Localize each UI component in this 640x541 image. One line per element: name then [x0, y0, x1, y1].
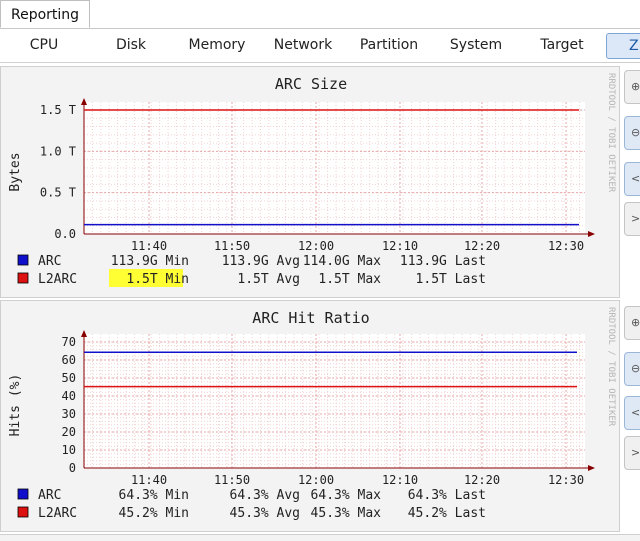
graph-zoom-out-button-2[interactable]: ⊖	[624, 352, 640, 386]
legend-name: ARC	[38, 254, 61, 269]
y-axis-label: Hits (%)	[8, 374, 23, 437]
legend-max: 45.3% Max	[311, 506, 382, 521]
subtab-zfs[interactable]: Z	[606, 33, 640, 59]
y-axis-label: Bytes	[8, 152, 23, 191]
graph-zoom-button[interactable]: ⊕	[624, 70, 640, 104]
y-tick-label: 30	[62, 407, 76, 421]
y-tick-label: 10	[62, 443, 76, 457]
arc-hit-ratio-chart: 70 60 50 40 30 20 10 0 11:40 11:50 12:00 12:10 12:20…	[8, 307, 616, 521]
x-tick-label: 11:40	[131, 473, 167, 487]
legend-swatch-l2arc	[17, 506, 29, 518]
rrdtool-credit: RRDTOOL / TOBI OETIKER	[606, 73, 616, 193]
y-tick-label: 0	[69, 461, 76, 475]
x-tick-label: 12:30	[548, 239, 584, 253]
x-axis-arrow	[588, 231, 595, 237]
graph-back-button[interactable]: <	[624, 162, 640, 196]
legend-min: 45.2% Min	[119, 506, 189, 521]
x-tick-label: 12:30	[548, 473, 584, 487]
x-tick-label: 12:00	[298, 239, 334, 253]
subtab-network[interactable]: Network	[268, 29, 338, 62]
legend-name: L2ARC	[38, 272, 77, 287]
y-axis-arrow	[81, 98, 87, 105]
graph-title: ARC Size	[275, 75, 347, 93]
legend-min: 1.5T Min	[126, 272, 189, 287]
legend-avg: 113.9G Avg	[222, 254, 300, 269]
legend-name: ARC	[38, 488, 61, 503]
legend-avg: 1.5T Avg	[237, 272, 300, 287]
graph-panel-arc-size: 1.5 T 1.0 T 0.5 T 0.0 11:40 11:50 12:00 12:10 12…	[0, 66, 620, 298]
y-tick-label: 1.0 T	[40, 144, 76, 158]
y-tick-label: 1.5 T	[40, 103, 76, 117]
graph-title: ARC Hit Ratio	[252, 309, 369, 327]
x-tick-label: 12:10	[382, 239, 418, 253]
legend-min: 64.3% Min	[119, 488, 189, 503]
x-tick-label: 12:10	[382, 473, 418, 487]
legend-swatch-arc	[17, 488, 29, 500]
legend-name: L2ARC	[38, 506, 77, 521]
legend-max: 114.0G Max	[303, 254, 381, 269]
x-tick-label: 12:20	[464, 473, 500, 487]
rrdtool-credit: RRDTOOL / TOBI OETIKER	[606, 307, 616, 427]
x-axis-arrow	[588, 465, 595, 471]
y-tick-label: 50	[62, 371, 76, 385]
y-tick-label: 0.5 T	[40, 186, 76, 200]
x-tick-label: 11:50	[214, 473, 250, 487]
graph-zoom-out-button[interactable]: ⊖	[624, 116, 640, 150]
graph-panel-arc-hit-ratio: 70 60 50 40 30 20 10 0 11:40 11:50 12:00 12:10 12:20…	[0, 300, 620, 532]
legend-swatch-l2arc	[17, 272, 29, 284]
graph-back-button-2[interactable]: <	[624, 396, 640, 430]
legend-last: 1.5T Last	[416, 272, 486, 287]
legend-avg: 64.3% Avg	[230, 488, 300, 503]
x-tick-label: 12:00	[298, 473, 334, 487]
y-tick-label: 40	[62, 389, 76, 403]
y-tick-label: 20	[62, 425, 76, 439]
x-tick-label: 12:20	[464, 239, 500, 253]
legend-last: 64.3% Last	[408, 488, 486, 503]
legend-min: 113.9G Min	[111, 254, 189, 269]
graph-forward-button[interactable]: >	[624, 202, 640, 236]
y-tick-label: 60	[62, 353, 76, 367]
y-tick-label: 0.0	[54, 227, 76, 241]
legend-max: 64.3% Max	[311, 488, 382, 503]
graph-zoom-button-2[interactable]: ⊕	[624, 306, 640, 340]
legend-last: 45.2% Last	[408, 506, 486, 521]
x-tick-label: 11:50	[214, 239, 250, 253]
legend-max: 1.5T Max	[318, 272, 381, 287]
legend-avg: 45.3% Avg	[230, 506, 300, 521]
subtab-memory[interactable]: Memory	[182, 29, 252, 62]
reporting-subtabs: CPU Disk Memory Network Partition System…	[0, 29, 640, 63]
legend-swatch-arc	[17, 254, 29, 266]
arc-size-chart: 1.5 T 1.0 T 0.5 T 0.0 11:40 11:50 12:00 12:10 12…	[8, 73, 616, 287]
y-tick-label: 70	[62, 335, 76, 349]
subtab-disk[interactable]: Disk	[101, 29, 161, 62]
legend-last: 113.9G Last	[400, 254, 486, 269]
graph-forward-button-2[interactable]: >	[624, 436, 640, 470]
subtab-system[interactable]: System	[441, 29, 511, 62]
top-tabbar: Reporting	[0, 0, 640, 29]
x-tick-label: 11:40	[131, 239, 167, 253]
subtab-partition[interactable]: Partition	[354, 29, 424, 62]
y-axis-arrow	[81, 330, 87, 337]
tab-reporting[interactable]: Reporting	[0, 0, 90, 28]
subtab-target[interactable]: Target	[527, 29, 597, 62]
subtab-cpu[interactable]: CPU	[14, 29, 74, 62]
